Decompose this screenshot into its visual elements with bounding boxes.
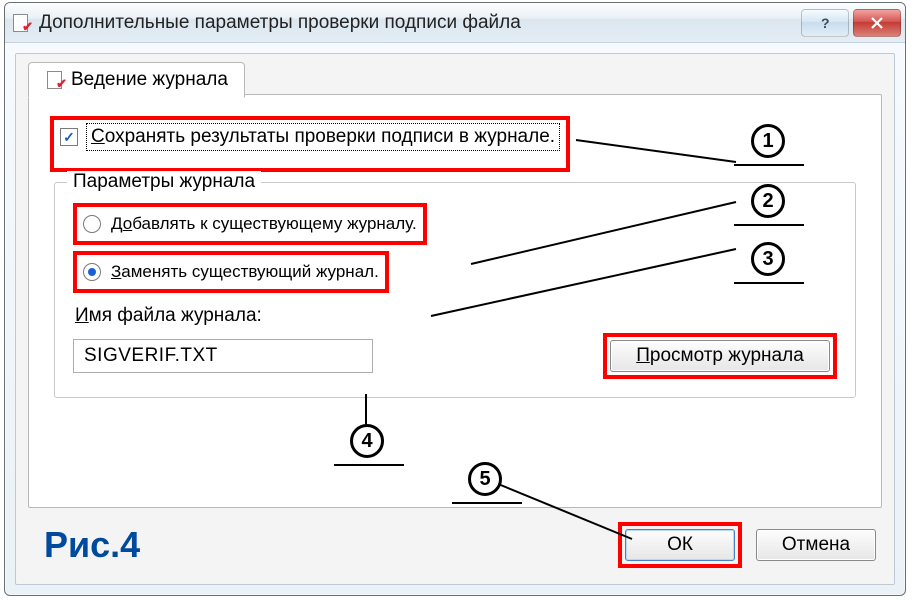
save-results-label[interactable]: Сохранять результаты проверки подписи в …: [86, 123, 560, 151]
figure-label: Рис.4: [44, 524, 140, 566]
tab-logging-icon: [45, 70, 65, 90]
group-legend: Параметры журнала: [67, 171, 261, 193]
radio-replace[interactable]: [83, 263, 101, 281]
annotation-box-view: Просмотр журнала: [603, 333, 837, 379]
cancel-button[interactable]: Отмена: [756, 529, 876, 561]
filename-label: Имя файла журнала:: [75, 305, 837, 327]
tabpanel: ✓ Сохранять результаты проверки подписи …: [28, 94, 882, 508]
titlebar-buttons: ?: [797, 9, 901, 37]
annotation-box-2: Добавлять к существующему журналу.: [73, 203, 427, 245]
dialog-footer: ОК Отмена: [618, 522, 876, 568]
tab-logging[interactable]: Ведение журнала: [28, 62, 245, 98]
svg-text:?: ?: [821, 15, 830, 31]
client-area: Ведение журнала ✓ Сохранять результаты п…: [15, 53, 895, 585]
dialog-window: Дополнительные параметры проверки подпис…: [4, 2, 906, 596]
tab-logging-label: Ведение журнала: [71, 69, 228, 91]
titlebar: Дополнительные параметры проверки подпис…: [5, 3, 905, 43]
window-title: Дополнительные параметры проверки подпис…: [39, 12, 797, 34]
annotation-box-1: ✓ Сохранять результаты проверки подписи …: [50, 116, 570, 172]
annotation-box-3: Заменять существующий журнал.: [73, 251, 389, 293]
tab-strip: Ведение журнала: [16, 54, 894, 98]
log-params-group: Параметры журнала Добавлять к существующ…: [54, 182, 856, 398]
app-icon: [11, 13, 31, 33]
save-results-checkbox[interactable]: ✓: [60, 128, 78, 146]
view-log-button[interactable]: Просмотр журнала: [610, 340, 830, 372]
filename-input[interactable]: SIGVERIF.TXT: [73, 339, 373, 373]
radio-append-label[interactable]: Добавлять к существующему журналу.: [111, 214, 417, 234]
radio-append[interactable]: [83, 215, 101, 233]
radio-replace-label[interactable]: Заменять существующий журнал.: [111, 262, 379, 282]
help-button[interactable]: ?: [801, 9, 849, 37]
annotation-box-ok: ОК: [618, 522, 742, 568]
ok-button[interactable]: ОК: [625, 529, 735, 561]
close-button[interactable]: [853, 9, 901, 37]
